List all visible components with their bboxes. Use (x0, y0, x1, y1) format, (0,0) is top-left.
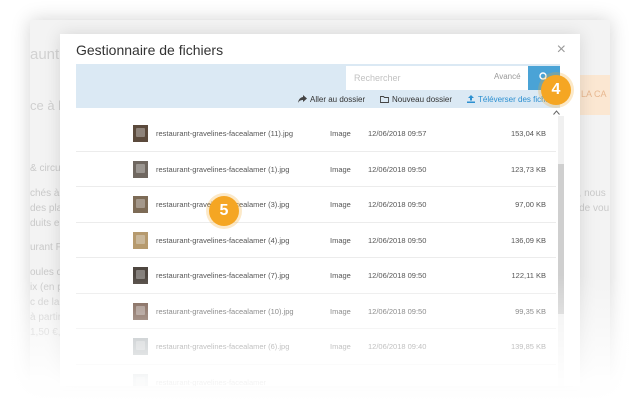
file-size: 123,73 KB (510, 164, 546, 174)
file-name: restaurant-gravelines-facealamer (1).jpg (156, 164, 290, 174)
file-date: 12/06/2018 09:40 (368, 342, 427, 351)
scrollbar-thumb[interactable] (558, 164, 564, 314)
thumbnail-highlight (136, 305, 145, 315)
file-type: Image (330, 200, 351, 209)
file-size: 136,09 KB (510, 235, 546, 245)
file-type: Image (330, 271, 351, 280)
file-name: restaurant-gravelines-facealamer (4).jpg (156, 235, 290, 245)
goto-folder-label: Aller au dossier (310, 95, 366, 104)
file-manager-modal: Gestionnaire de fichiers × Avancé Aller … (60, 34, 580, 386)
thumbnail-highlight (136, 128, 145, 137)
goto-folder-button[interactable]: Aller au dossier (298, 95, 365, 104)
close-button[interactable]: × (557, 40, 566, 60)
file-row[interactable]: restaurant-gravelines-facealamer (7).jpg… (76, 258, 556, 294)
file-name: restaurant-gravelines-facealamer (10).jp… (156, 306, 294, 316)
image-thumbnail (133, 196, 148, 213)
folder-icon (380, 96, 389, 103)
file-type: Image (330, 164, 351, 174)
file-list: restaurant-gravelines-facealamer (11).jp… (76, 116, 556, 386)
file-date: 12/06/2018 09:57 (368, 129, 427, 138)
file-row[interactable]: restaurant-gravelines-facealamer (76, 365, 556, 387)
file-type: Image (330, 342, 351, 351)
advanced-search-link[interactable]: Avancé (494, 72, 521, 81)
image-thumbnail (133, 160, 148, 178)
file-date: 12/06/2018 09:50 (368, 306, 427, 316)
file-size: 99,35 KB (515, 306, 546, 316)
file-name: restaurant-gravelines-facealamer (156, 377, 267, 387)
callout-badge-5: 5 (209, 196, 239, 226)
file-row[interactable]: restaurant-gravelines-facealamer (1).jpg… (76, 152, 556, 187)
image-thumbnail (133, 125, 148, 142)
callout-badge-4: 4 (541, 75, 571, 105)
file-type: Image (330, 129, 351, 138)
thumbnail-highlight (136, 376, 145, 386)
thumbnail-highlight (136, 270, 145, 279)
new-folder-button[interactable]: Nouveau dossier (380, 95, 452, 104)
thumbnail-highlight (136, 341, 145, 350)
file-size: 139,85 KB (510, 342, 546, 351)
file-size: 122,11 KB (511, 271, 546, 280)
scrollbar[interactable] (558, 116, 564, 386)
file-date: 12/06/2018 09:50 (368, 235, 427, 245)
image-thumbnail (133, 267, 148, 284)
file-row[interactable]: restaurant-gravelines-facealamer (10).jp… (76, 294, 556, 329)
modal-title: Gestionnaire de fichiers (76, 42, 224, 58)
thumbnail-highlight (136, 163, 145, 173)
file-date: 12/06/2018 09:50 (368, 164, 427, 174)
background-title: aunt (30, 46, 60, 63)
thumbnail-highlight (136, 234, 145, 244)
toolbar: Avancé Aller au dossier Nouveau dossier (76, 64, 560, 108)
background-badge: LA CA (575, 75, 610, 115)
upload-icon (467, 95, 475, 103)
file-date: 12/06/2018 09:50 (368, 200, 427, 209)
file-size: 97,00 KB (515, 200, 546, 209)
file-row[interactable]: restaurant-gravelines-facealamer (4).jpg… (76, 223, 556, 258)
file-name: restaurant-gravelines-facealamer (6).jpg (156, 342, 290, 351)
file-name: restaurant-gravelines-facealamer (11).jp… (156, 129, 294, 138)
file-type: Image (330, 235, 351, 245)
image-thumbnail (133, 373, 148, 386)
screenshot-stage: aunt ce à le Mer, à Gravelines & circuit… (0, 0, 640, 415)
file-row[interactable]: restaurant-gravelines-facealamer (11).jp… (76, 116, 556, 152)
image-thumbnail (133, 302, 148, 320)
file-row[interactable]: restaurant-gravelines-facealamer (3).jpg… (76, 187, 556, 223)
file-type: Image (330, 306, 351, 316)
share-arrow-icon (298, 95, 307, 103)
file-date: 12/06/2018 09:50 (368, 271, 427, 280)
image-thumbnail (133, 231, 148, 249)
file-name: restaurant-gravelines-facealamer (7).jpg (156, 271, 290, 280)
image-thumbnail (133, 338, 148, 355)
file-size: 153,04 KB (510, 129, 546, 138)
thumbnail-highlight (136, 199, 145, 208)
file-row[interactable]: restaurant-gravelines-facealamer (6).jpg… (76, 329, 556, 365)
new-folder-label: Nouveau dossier (392, 95, 453, 104)
